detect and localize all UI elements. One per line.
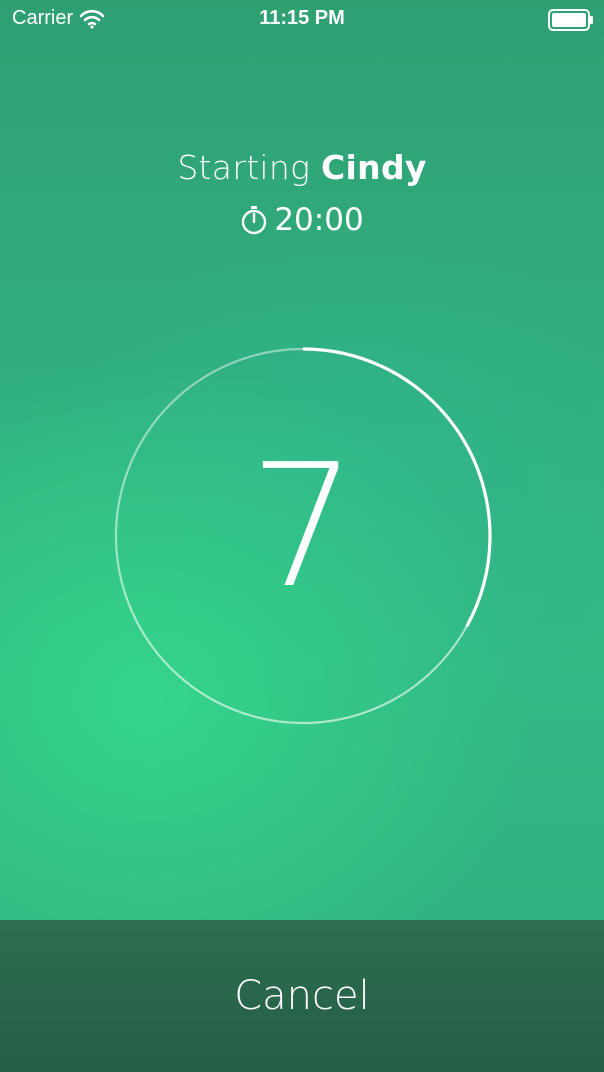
cancel-button[interactable]: Cancel: [0, 920, 604, 1072]
workout-title-prefix: Starting: [177, 148, 311, 187]
stopwatch-icon: [242, 206, 267, 235]
countdown-number: 7: [248, 428, 358, 626]
countdown-ring: 7: [114, 347, 492, 725]
status-time: 11:15 PM: [259, 7, 345, 29]
duration-value: 20:00: [274, 202, 364, 238]
workout-title: Starting Cindy: [0, 148, 604, 187]
workout-duration: 20:00: [0, 202, 604, 238]
cancel-label: Cancel: [234, 973, 370, 1019]
status-bar: Carrier 11:15 PM: [0, 0, 604, 40]
workout-name: Cindy: [321, 148, 427, 187]
battery-icon: [548, 9, 593, 31]
